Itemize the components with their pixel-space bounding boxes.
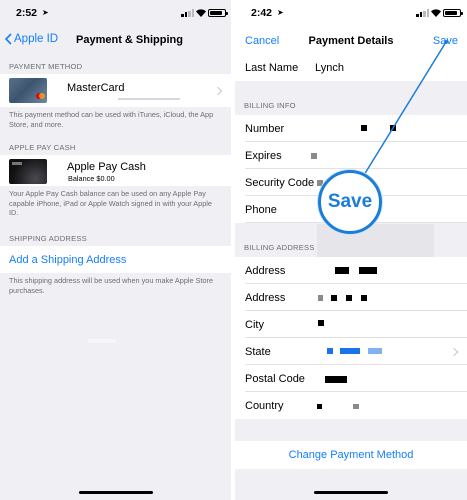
postal-code-label: Postal Code [245, 373, 305, 385]
redacted-value [317, 404, 322, 409]
number-row[interactable]: Number [235, 115, 467, 142]
redacted-value [361, 295, 367, 301]
add-shipping-address-row[interactable]: Add a Shipping Address [0, 246, 231, 273]
faint-mark [88, 339, 116, 343]
city-label: City [245, 319, 264, 331]
billing-address-header: BILLING ADDRESS [244, 243, 315, 252]
redacted-value [327, 348, 333, 354]
last-name-label: Last Name [245, 62, 299, 74]
expires-label: Expires [245, 150, 282, 162]
change-payment-method-button[interactable]: Change Payment Method [289, 449, 414, 461]
last-name-value[interactable]: Lynch [315, 62, 344, 74]
redacted-value [318, 320, 324, 326]
status-time: 2:42 [251, 7, 273, 19]
battery-icon [443, 9, 463, 17]
shipping-address-header: SHIPPING ADDRESS [9, 234, 87, 243]
signal-icon [181, 9, 194, 17]
redacted-value [340, 348, 360, 354]
apple-pay-cash-row[interactable]: Apple Pay Cash Balance $0.00 [0, 155, 231, 186]
mastercard-row[interactable]: MasterCard [0, 74, 231, 107]
chevron-right-icon [449, 347, 459, 357]
status-bar: 2:42 ➤ [235, 0, 467, 26]
status-bar: 2:52 ➤ [0, 0, 231, 26]
nav-bar: Cancel Payment Details Save [235, 26, 467, 56]
location-icon: ➤ [277, 8, 284, 17]
number-label: Number [245, 123, 285, 135]
redacted-value [331, 295, 337, 301]
country-row[interactable]: Country [235, 392, 467, 419]
billing-info-header: BILLING INFO [244, 101, 296, 110]
apple-pay-cash-header: APPLE PAY CASH [9, 143, 76, 152]
home-indicator [314, 491, 388, 494]
save-callout-label: Save [327, 191, 373, 212]
wifi-icon [431, 9, 441, 17]
payment-details-screen: 2:42 ➤ Cancel Payment Details Save Last … [235, 0, 467, 500]
add-shipping-address-link[interactable]: Add a Shipping Address [9, 254, 126, 266]
redacted-value [359, 267, 377, 274]
redacted-value [311, 153, 317, 159]
wifi-icon [196, 9, 206, 17]
card-name: MasterCard [67, 82, 125, 94]
postal-code-row[interactable]: Postal Code [235, 365, 467, 392]
location-icon: ➤ [42, 8, 49, 17]
redacted-value [361, 125, 367, 131]
battery-icon [208, 9, 228, 17]
payment-method-footer: This payment method can be used with iTu… [9, 110, 214, 129]
redacted-value [390, 125, 396, 131]
address-label: Address [245, 265, 286, 277]
card-number-redacted [118, 98, 180, 100]
last-name-row[interactable]: Last Name Lynch [235, 54, 467, 81]
redacted-value [318, 295, 323, 301]
payment-shipping-screen: 2:52 ➤ Apple ID Payment & Shipping PAYME… [0, 0, 231, 500]
address-row-2[interactable]: Address [235, 284, 467, 311]
chevron-right-icon [213, 86, 223, 96]
save-callout-badge: Save [318, 170, 382, 234]
state-label: State [245, 346, 271, 358]
payment-method-header: PAYMENT METHOD [9, 62, 83, 71]
address-label: Address [245, 292, 286, 304]
redacted-value [346, 295, 352, 301]
address-row-1[interactable]: Address [235, 257, 467, 284]
state-row[interactable]: State [235, 338, 467, 365]
save-button[interactable]: Save [433, 35, 458, 47]
apple-pay-cash-balance: Balance $0.00 [68, 174, 115, 183]
redacted-value [325, 376, 347, 383]
change-payment-method-row[interactable]: Change Payment Method [235, 441, 467, 469]
redacted-value [335, 267, 349, 274]
page-title: Payment & Shipping [76, 34, 183, 46]
shipping-address-footer: This shipping address will be used when … [9, 276, 214, 295]
security-code-label: Security Code [245, 177, 315, 189]
expires-row[interactable]: Expires [235, 142, 467, 169]
apple-pay-cash-footer: Your Apple Pay Cash balance can be used … [9, 189, 212, 218]
city-row[interactable]: City [235, 311, 467, 338]
signal-icon [416, 9, 429, 17]
nav-bar: Apple ID Payment & Shipping [0, 26, 231, 56]
home-indicator [78, 491, 153, 494]
apple-pay-cash-card-icon [9, 159, 47, 184]
apple-pay-cash-title: Apple Pay Cash [67, 161, 146, 173]
country-label: Country [245, 400, 284, 412]
mastercard-card-icon [9, 78, 47, 103]
redacted-value [353, 404, 359, 409]
status-time: 2:52 [16, 7, 38, 19]
phone-label: Phone [245, 204, 277, 216]
redacted-value [368, 348, 382, 354]
